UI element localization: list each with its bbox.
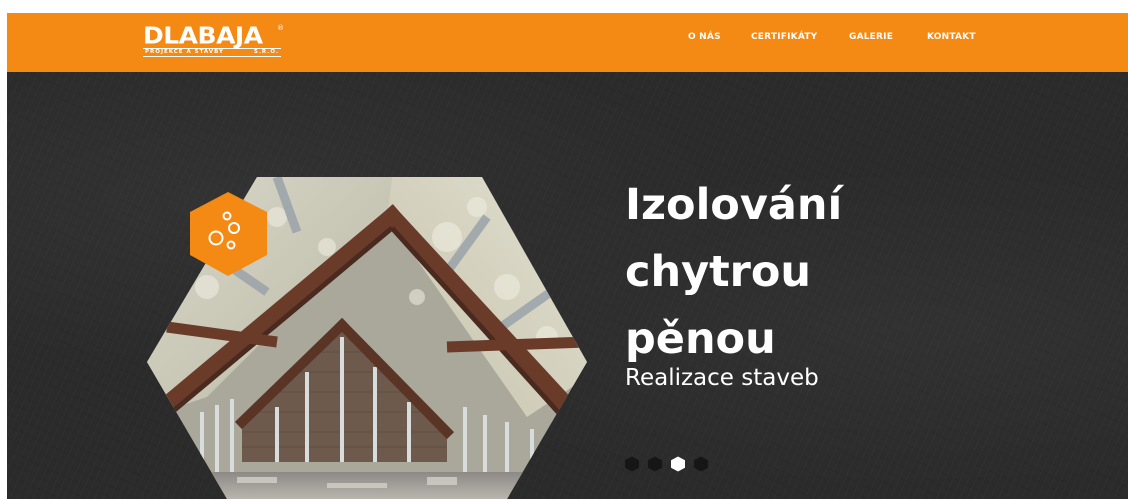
logo-tagline-suffix: S.R.O. <box>253 49 279 55</box>
slider-pagination <box>625 456 708 472</box>
nav-item-galerie[interactable]: GALERIE <box>849 32 893 42</box>
logo-tagline: PROJEKCE A STAVBY S.R.O. <box>143 48 281 57</box>
slider-dot-1[interactable] <box>625 456 639 472</box>
top-navigation-bar: DLABAJA ® PROJEKCE A STAVBY S.R.O. O NÁS… <box>7 13 1128 72</box>
logo-tagline-text: PROJEKCE A STAVBY <box>145 49 224 55</box>
slider-dot-3-active[interactable] <box>671 456 685 472</box>
hero-title-line-2: chytrou <box>625 247 812 297</box>
hero-title-line-3: pěnou <box>625 314 776 364</box>
attic-insulation-photo <box>147 177 587 499</box>
slider-dot-4[interactable] <box>694 456 708 472</box>
hero-title-line-1: Izolování <box>625 180 843 230</box>
hero-title: Izolování chytrou pěnou <box>625 172 925 373</box>
nav-item-o-nas[interactable]: O NÁS <box>688 32 721 42</box>
nav-item-kontakt[interactable]: KONTAKT <box>927 32 976 42</box>
dlabaja-logo[interactable]: DLABAJA ® PROJEKCE A STAVBY S.R.O. <box>143 22 284 60</box>
nav-item-certifikaty[interactable]: CERTIFIKÁTY <box>751 32 817 42</box>
logo-registered-mark: ® <box>277 24 284 32</box>
logo-wordmark: DLABAJA <box>143 22 263 49</box>
hero-slider: Izolování chytrou pěnou Realizace staveb <box>7 72 1128 499</box>
slider-dot-2[interactable] <box>648 456 662 472</box>
hero-subtitle: Realizace staveb <box>625 365 819 391</box>
page: DLABAJA ® PROJEKCE A STAVBY S.R.O. O NÁS… <box>7 13 1128 499</box>
